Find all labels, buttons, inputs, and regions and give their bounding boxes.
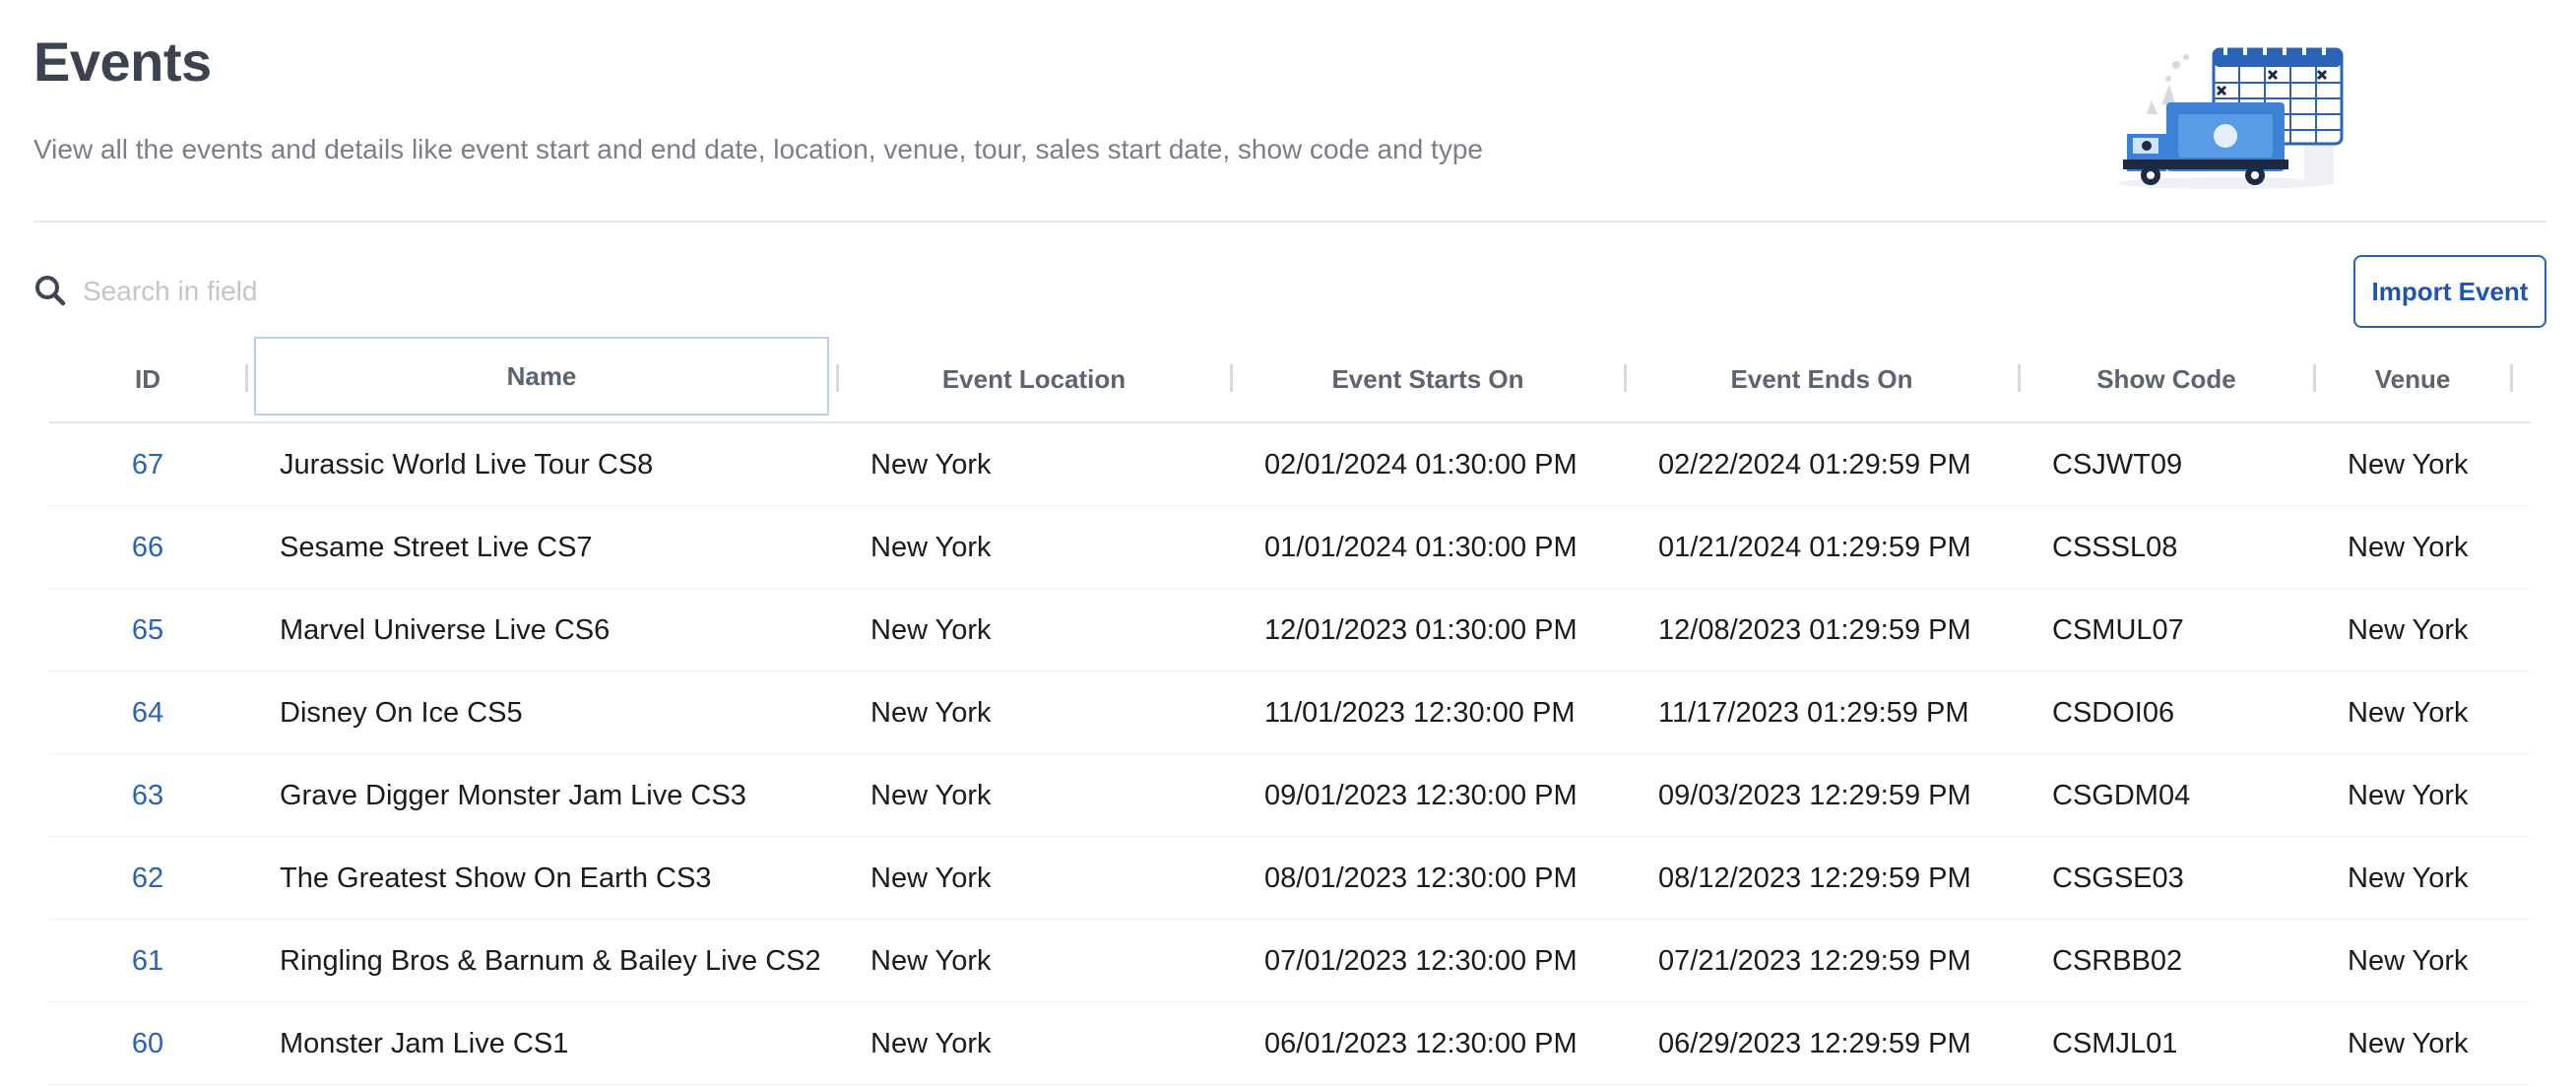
event-location: New York: [870, 448, 992, 480]
column-header-name[interactable]: Name: [254, 337, 829, 416]
event-location: New York: [870, 613, 992, 646]
show-code: CSGSE03: [2052, 862, 2184, 894]
venue: New York: [2348, 944, 2469, 977]
table-row[interactable]: 64 Disney On Ice CS5 New York 11/01/2023…: [49, 671, 2531, 754]
events-table: ID Name Event Location Event Starts On E…: [49, 337, 2531, 1085]
event-id-link[interactable]: 67: [49, 423, 246, 506]
column-resize-handle[interactable]: [2510, 364, 2513, 392]
show-code: CSSSL08: [2052, 531, 2178, 563]
show-code: CSJWT09: [2052, 448, 2183, 480]
column-header-event-ends-on[interactable]: Event Ends On: [1625, 337, 2019, 421]
event-id-link[interactable]: 64: [49, 671, 246, 754]
column-header-id[interactable]: ID: [49, 337, 246, 421]
import-event-button[interactable]: Import Event: [2353, 255, 2546, 328]
table-row[interactable]: 61 Ringling Bros & Barnum & Bailey Live …: [49, 920, 2531, 1002]
table-body: 67 Jurassic World Live Tour CS8 New York…: [49, 423, 2531, 1085]
event-end: 07/21/2023 12:29:59 PM: [1658, 944, 1971, 977]
event-id-link[interactable]: 66: [49, 506, 246, 589]
search-icon: [35, 276, 66, 306]
show-code: CSMUL07: [2052, 613, 2184, 646]
column-resize-handle[interactable]: [245, 364, 248, 392]
table-row[interactable]: 62 The Greatest Show On Earth CS3 New Yo…: [49, 837, 2531, 920]
search-input[interactable]: [83, 270, 1264, 313]
event-start: 11/01/2023 12:30:00 PM: [1264, 696, 1576, 729]
table-row[interactable]: 60 Monster Jam Live CS1 New York 06/01/2…: [49, 1002, 2531, 1085]
event-location: New York: [870, 1027, 992, 1059]
event-name: The Greatest Show On Earth CS3: [280, 862, 712, 894]
search-bar: [33, 266, 1412, 317]
event-start: 09/01/2023 12:30:00 PM: [1264, 779, 1578, 811]
column-header-event-starts-on[interactable]: Event Starts On: [1231, 337, 1625, 421]
show-code: CSRBB02: [2052, 944, 2183, 977]
event-name: Sesame Street Live CS7: [280, 531, 593, 563]
event-end: 09/03/2023 12:29:59 PM: [1658, 779, 1971, 811]
show-code: CSMJL01: [2052, 1027, 2178, 1059]
event-name: Jurassic World Live Tour CS8: [280, 448, 654, 480]
event-start: 08/01/2023 12:30:00 PM: [1264, 862, 1578, 894]
event-name: Disney On Ice CS5: [280, 696, 523, 729]
event-location: New York: [870, 944, 992, 977]
event-end: 11/17/2023 01:29:59 PM: [1658, 696, 1969, 729]
event-start: 12/01/2023 01:30:00 PM: [1264, 613, 1578, 646]
event-location: New York: [870, 862, 992, 894]
venue: New York: [2348, 613, 2469, 646]
event-end: 08/12/2023 12:29:59 PM: [1658, 862, 1971, 894]
show-code: CSDOI06: [2052, 696, 2175, 729]
event-end: 02/22/2024 01:29:59 PM: [1658, 448, 1971, 480]
page-subtitle: View all the events and details like eve…: [33, 134, 1483, 164]
venue: New York: [2348, 779, 2469, 811]
event-name: Marvel Universe Live CS6: [280, 613, 611, 646]
column-header-event-location[interactable]: Event Location: [837, 337, 1231, 421]
event-start: 01/01/2024 01:30:00 PM: [1264, 531, 1578, 563]
column-header-show-code[interactable]: Show Code: [2019, 337, 2314, 421]
delivery-truck-calendar-illustration: [2117, 43, 2344, 189]
venue: New York: [2348, 531, 2469, 563]
event-id-link[interactable]: 63: [49, 754, 246, 837]
table-row[interactable]: 63 Grave Digger Monster Jam Live CS3 New…: [49, 754, 2531, 837]
event-end: 12/08/2023 01:29:59 PM: [1658, 613, 1971, 646]
event-id-link[interactable]: 60: [49, 1002, 246, 1085]
event-start: 02/01/2024 01:30:00 PM: [1264, 448, 1578, 480]
table-row[interactable]: 67 Jurassic World Live Tour CS8 New York…: [49, 423, 2531, 506]
show-code: CSGDM04: [2052, 779, 2191, 811]
table-header: ID Name Event Location Event Starts On E…: [49, 337, 2531, 423]
event-name: Ringling Bros & Barnum & Bailey Live CS2: [280, 944, 821, 977]
page-title: Events: [33, 31, 212, 93]
venue: New York: [2348, 862, 2469, 894]
event-location: New York: [870, 696, 992, 729]
event-location: New York: [870, 531, 992, 563]
event-name: Monster Jam Live CS1: [280, 1027, 569, 1059]
event-name: Grave Digger Monster Jam Live CS3: [280, 779, 746, 811]
event-start: 07/01/2023 12:30:00 PM: [1264, 944, 1578, 977]
event-end: 01/21/2024 01:29:59 PM: [1658, 531, 1971, 563]
event-location: New York: [870, 779, 992, 811]
table-row[interactable]: 66 Sesame Street Live CS7 New York 01/01…: [49, 506, 2531, 589]
header-divider: [33, 221, 2546, 223]
event-start: 06/01/2023 12:30:00 PM: [1264, 1027, 1578, 1059]
venue: New York: [2348, 448, 2469, 480]
event-id-link[interactable]: 65: [49, 589, 246, 671]
page-header: Events View all the events and details l…: [0, 0, 2576, 223]
event-end: 06/29/2023 12:29:59 PM: [1658, 1027, 1971, 1059]
event-id-link[interactable]: 62: [49, 837, 246, 920]
venue: New York: [2348, 1027, 2469, 1059]
venue: New York: [2348, 696, 2469, 729]
event-id-link[interactable]: 61: [49, 920, 246, 1002]
table-row[interactable]: 65 Marvel Universe Live CS6 New York 12/…: [49, 589, 2531, 671]
column-header-venue[interactable]: Venue: [2314, 337, 2511, 421]
